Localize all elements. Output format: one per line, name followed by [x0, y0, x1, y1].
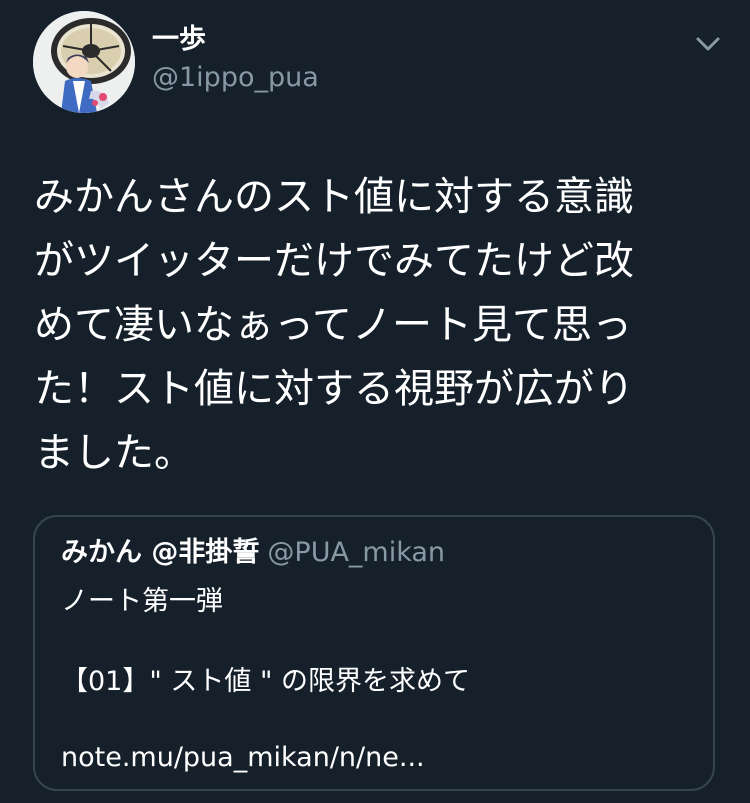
- tweet-text-line: ました。: [34, 430, 194, 476]
- tweet-text: みかんさんのスト値に対する意識 がツイッターだけでみてたけど改 めて凄いなぁって…: [34, 165, 720, 485]
- quoted-tweet-text-line: ノート第一弾: [61, 586, 223, 617]
- quoted-tweet-link[interactable]: note.mu/pua_mikan/n/ne...: [61, 740, 425, 776]
- user-avatar-icon: [33, 11, 135, 113]
- author-display-name[interactable]: 一歩: [152, 24, 206, 56]
- quoted-tweet-text-line: 【01】" スト値 " の限界を求めて: [61, 666, 470, 697]
- author-handle[interactable]: @1ippo_pua: [152, 62, 319, 94]
- quoted-author-handle: @PUA_mikan: [267, 537, 446, 568]
- avatar[interactable]: [33, 11, 135, 113]
- chevron-down-icon: [696, 37, 720, 51]
- quoted-author-name: みかん @非掛誓: [61, 537, 260, 568]
- tweet-menu-button[interactable]: [690, 30, 726, 58]
- tweet-text-line: がツイッターだけでみてたけど改: [34, 238, 634, 284]
- tweet-text-line: た！スト値に対する視野が広がり: [34, 366, 634, 412]
- quoted-tweet-card[interactable]: みかん @非掛誓 @PUA_mikan ノート第一弾 【01】" スト値 " の限…: [33, 515, 715, 791]
- tweet-text-line: みかんさんのスト値に対する意識: [34, 174, 634, 220]
- tweet-text-line: めて凄いなぁってノート見て思っ: [34, 302, 632, 348]
- quoted-tweet-header: みかん @非掛誓 @PUA_mikan: [61, 535, 445, 571]
